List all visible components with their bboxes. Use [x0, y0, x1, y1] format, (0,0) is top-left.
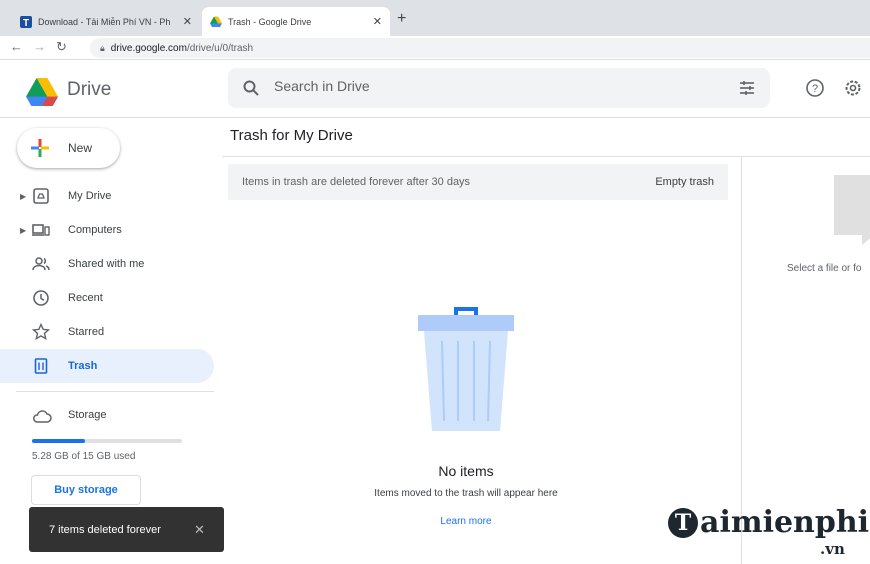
svg-text:?: ? [812, 83, 818, 95]
main-content: Trash for My Drive Items in trash are de… [222, 118, 870, 564]
clock-icon [33, 290, 49, 306]
empty-trash-button[interactable]: Empty trash [655, 176, 714, 188]
buy-storage-button[interactable]: Buy storage [31, 475, 141, 505]
google-drive-favicon-icon [210, 16, 222, 27]
computers-icon [32, 224, 50, 236]
svg-text:T: T [23, 18, 29, 28]
storage-usage-bar [32, 439, 182, 443]
sidebar-item-recent[interactable]: Recent [0, 281, 214, 315]
new-button[interactable]: New [17, 128, 120, 168]
sidebar-item-computers[interactable]: ▶ Computers [0, 213, 214, 247]
empty-state-title: No items [438, 463, 494, 479]
my-drive-icon [33, 188, 49, 204]
cloud-icon [33, 410, 52, 423]
plus-icon [31, 139, 49, 157]
sidebar-item-label: Shared with me [68, 258, 145, 270]
main-divider [222, 156, 870, 157]
trash-icon [34, 358, 48, 374]
sidebar-item-shared-with-me[interactable]: Shared with me [0, 247, 214, 281]
drive-header: Drive ? [0, 60, 870, 118]
snackbar-toast: 7 items deleted forever ✕ [29, 507, 224, 552]
forward-arrow-icon[interactable]: → [33, 39, 46, 54]
search-input[interactable] [274, 78, 694, 94]
browser-tab-drive-trash[interactable]: Trash - Google Drive ✕ [202, 7, 390, 36]
storage-used-text: 5.28 GB of 15 GB used [32, 451, 136, 462]
tab-title: Download - Tải Miễn Phí VN - Ph [38, 16, 171, 27]
trash-info-banner: Items in trash are deleted forever after… [228, 164, 728, 200]
tab-close-icon[interactable]: ✕ [373, 15, 382, 28]
banner-text: Items in trash are deleted forever after… [242, 176, 471, 188]
sidebar-item-label: Trash [68, 360, 98, 372]
browser-tab-taimienphi[interactable]: T Download - Tải Miễn Phí VN - Ph ✕ [12, 7, 200, 36]
sidebar-item-label: Starred [68, 326, 105, 338]
learn-more-link[interactable]: Learn more [222, 516, 710, 527]
tab-close-icon[interactable]: ✕ [183, 15, 192, 28]
app-name: Drive [67, 79, 112, 100]
page-title: Trash for My Drive [230, 127, 353, 144]
watermark-glyph: T [668, 507, 698, 538]
sidebar: New ▶ My Drive ▶ Computers Shared with m… [0, 118, 222, 564]
new-button-label: New [68, 141, 93, 155]
back-arrow-icon[interactable]: ← [10, 39, 23, 54]
url-host: drive.google.com [110, 42, 187, 54]
url-field[interactable]: 🔒︎ drive.google.com/drive/u/0/trash [90, 38, 870, 58]
sidebar-item-label: Recent [68, 292, 103, 304]
shared-icon [32, 257, 50, 271]
google-drive-logo-icon[interactable] [26, 78, 58, 106]
details-hint-text: Select a file or fo [787, 263, 862, 274]
lock-icon: 🔒︎ [100, 42, 105, 53]
empty-state-subtitle: Items moved to the trash will appear her… [374, 488, 558, 499]
settings-gear-icon[interactable] [843, 78, 863, 98]
tab-title: Trash - Google Drive [228, 16, 312, 27]
sidebar-item-label: My Drive [68, 190, 112, 202]
expand-arrow-icon[interactable]: ▶ [20, 226, 26, 235]
close-icon[interactable]: ✕ [194, 522, 224, 538]
expand-arrow-icon[interactable]: ▶ [20, 192, 26, 201]
search-options-icon[interactable] [738, 79, 756, 97]
watermark-suffix: .vn [820, 540, 845, 558]
url-path: /drive/u/0/trash [186, 42, 254, 54]
star-icon [32, 323, 50, 341]
new-tab-button[interactable]: + [397, 10, 406, 28]
taimienphi-watermark-logo: T aimienphi [668, 505, 869, 540]
search-box[interactable] [228, 68, 770, 108]
storage-usage-fill [32, 439, 85, 443]
toast-message: 7 items deleted forever [49, 523, 161, 536]
taimienphi-favicon-icon: T [20, 15, 32, 28]
reload-icon[interactable]: ↻ [56, 39, 67, 55]
browser-tab-bar: T Download - Tải Miễn Phí VN - Ph ✕ Tras… [0, 0, 870, 36]
details-pane-divider [741, 156, 742, 564]
watermark-text: aimienphi [700, 505, 870, 540]
help-icon[interactable]: ? [805, 78, 825, 98]
sidebar-divider [16, 391, 214, 392]
address-bar: ← → ↻ 🔒︎ drive.google.com/drive/u/0/tras… [0, 36, 870, 60]
sidebar-item-trash[interactable]: Trash [0, 349, 214, 383]
sidebar-item-starred[interactable]: Starred [0, 315, 214, 349]
search-icon[interactable] [242, 79, 260, 97]
empty-trash-illustration-icon [418, 307, 514, 431]
sidebar-item-label: Computers [68, 224, 122, 236]
sidebar-item-my-drive[interactable]: ▶ My Drive [0, 179, 214, 213]
storage-label[interactable]: Storage [68, 409, 107, 421]
details-placeholder-icon [834, 175, 870, 245]
